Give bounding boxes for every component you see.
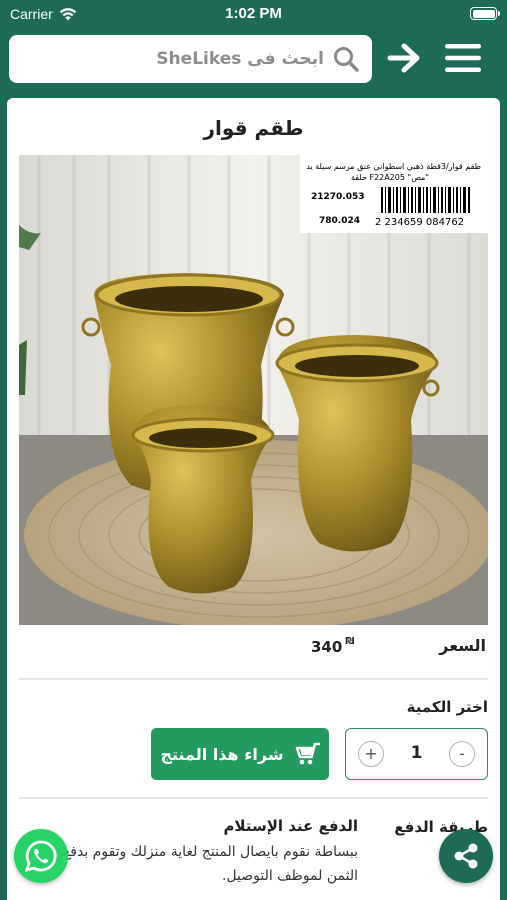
battery-icon xyxy=(470,7,500,20)
product-image[interactable]: طقم قوار/3قطة ذهبي اسطواني عنق مرسم سيلة… xyxy=(19,155,488,625)
price-value: 340 ₪ xyxy=(311,636,355,656)
hamburger-menu-icon[interactable] xyxy=(443,40,483,76)
tag-barcode: 2 234659 084762 xyxy=(375,217,464,228)
divider xyxy=(19,797,488,799)
tag-line-1: طقم قوار/3قطة ذهبي اسطواني عنق مرسم سيلة… xyxy=(306,162,481,171)
search-icon xyxy=(334,47,359,72)
buy-button-label: شراء هذا المنتج xyxy=(160,744,284,764)
product-card: طقم قوار طقم قوار/3قطة ذهبي اسطواني عنق … xyxy=(7,98,500,900)
share-button[interactable] xyxy=(439,829,493,883)
divider xyxy=(19,678,488,680)
whatsapp-button[interactable] xyxy=(14,829,68,883)
quantity-stepper: + 1 - xyxy=(345,728,488,780)
tag-code-1: 21270.053 xyxy=(311,192,365,202)
whatsapp-icon xyxy=(24,840,57,873)
price-amount: 340 xyxy=(311,638,343,656)
payment-method-description: ببساطة نقوم بايصال المنتج لغاية منزلك وت… xyxy=(62,844,358,884)
status-bar: Carrier 1:02 PM xyxy=(0,0,507,30)
tag-code-2: 780.024 xyxy=(319,216,360,226)
payment-method-title: الدفع عند الإستلام xyxy=(223,817,358,835)
tag-line-2: حلقة F22A205 "مص" xyxy=(351,173,429,182)
price-currency: ₪ xyxy=(345,636,355,647)
arrow-right-icon[interactable] xyxy=(386,40,422,76)
search-placeholder: ابحث فى SheLikes xyxy=(156,49,324,69)
search-input[interactable]: ابحث فى SheLikes xyxy=(9,35,372,83)
share-icon xyxy=(454,843,478,869)
product-photo: طقم قوار/3قطة ذهبي اسطواني عنق مرسم سيلة… xyxy=(19,155,488,625)
top-bar: ابحث فى SheLikes xyxy=(0,30,507,92)
price-label: السعر xyxy=(439,636,486,655)
quantity-label: اختر الكمية xyxy=(406,698,488,716)
cart-icon xyxy=(295,742,320,765)
quantity-minus-button[interactable]: - xyxy=(449,741,475,767)
product-title: طقم قوار xyxy=(203,116,304,140)
buy-product-button[interactable]: شراء هذا المنتج xyxy=(151,728,329,780)
status-time: 1:02 PM xyxy=(225,5,282,22)
